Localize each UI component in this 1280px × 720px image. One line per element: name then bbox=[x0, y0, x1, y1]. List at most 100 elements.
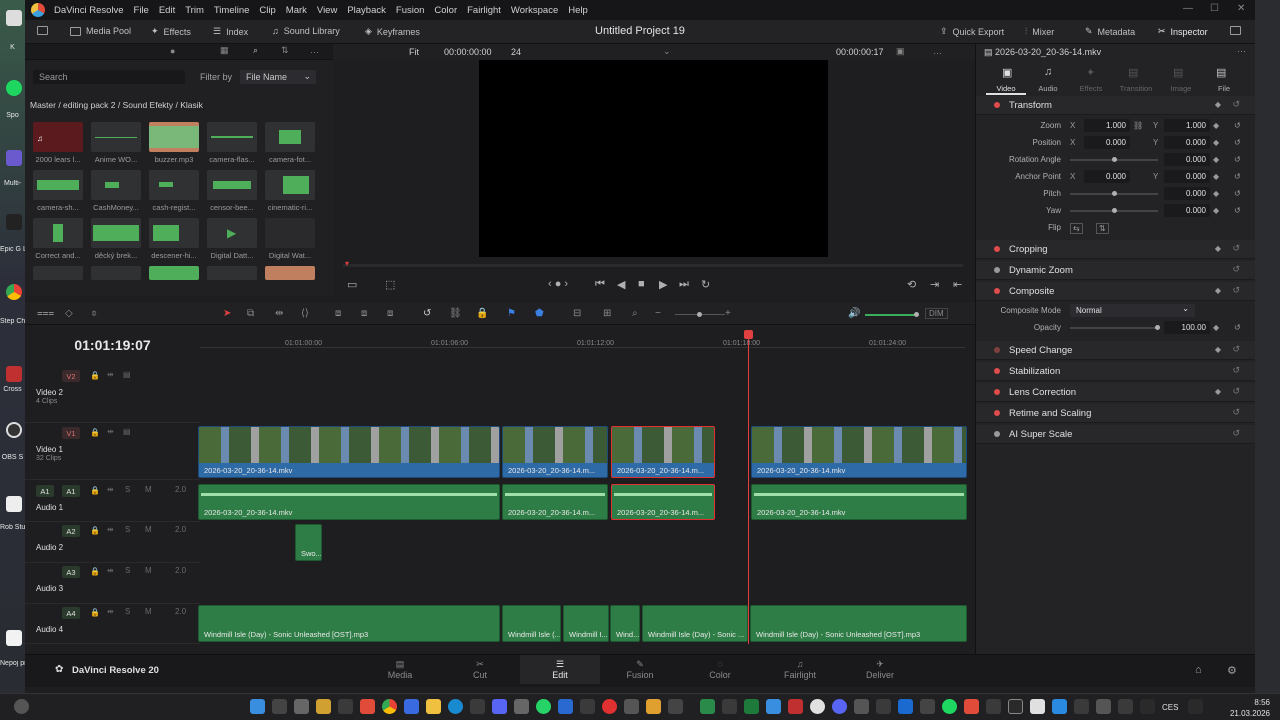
reset-icon[interactable]: ↺ bbox=[1232, 99, 1240, 110]
diamond-icon[interactable]: ◇ bbox=[65, 308, 73, 319]
tab-effects[interactable]: Effects bbox=[1071, 84, 1111, 93]
media-pool-button[interactable]: Media Pool bbox=[70, 26, 131, 36]
dynamic-trim-icon[interactable]: ⇹ bbox=[275, 308, 283, 319]
media-clip-thumb[interactable] bbox=[91, 266, 141, 280]
menu-edit[interactable]: Edit bbox=[159, 5, 175, 16]
media-clip-thumb[interactable] bbox=[149, 122, 199, 152]
lock-icon[interactable]: 🔒 bbox=[90, 526, 100, 535]
reset-icon[interactable]: ↺ bbox=[1232, 428, 1240, 439]
enable-toggle[interactable] bbox=[994, 389, 1000, 395]
app-icon[interactable] bbox=[1030, 699, 1045, 714]
fps-display[interactable]: 24 bbox=[511, 47, 521, 57]
gear-icon[interactable]: ⚙ bbox=[1227, 664, 1237, 677]
volume-slider[interactable] bbox=[865, 312, 919, 317]
section-stabilization[interactable]: Stabilization ↺ bbox=[976, 362, 1255, 381]
video-clip[interactable]: 2026-03-20_20-36-14.mkv bbox=[198, 426, 500, 478]
obs-icon[interactable] bbox=[6, 422, 22, 438]
task-view-icon[interactable] bbox=[294, 699, 309, 714]
yaw-slider[interactable] bbox=[1070, 208, 1158, 213]
zoom-fit-dropdown[interactable]: Fit bbox=[409, 47, 419, 57]
app-icon[interactable] bbox=[558, 699, 573, 714]
stop-icon[interactable]: ■ bbox=[638, 278, 645, 290]
reset-icon[interactable]: ↺ bbox=[1234, 323, 1241, 332]
auto-select-icon[interactable]: ⇹ bbox=[107, 427, 114, 436]
pitch-field[interactable]: 0.000 bbox=[1164, 187, 1210, 200]
blade-tool-icon[interactable]: ⟨⟩ bbox=[301, 308, 309, 319]
lock-icon[interactable]: 🔒 bbox=[90, 371, 100, 380]
auto-select-icon[interactable]: ⇹ bbox=[107, 607, 114, 616]
menu-fairlight[interactable]: Fairlight bbox=[467, 5, 501, 16]
lock-icon[interactable]: 🔒 bbox=[476, 308, 488, 319]
menu-workspace[interactable]: Workspace bbox=[511, 5, 558, 16]
tab-fairlight[interactable]: ♫ Fairlight bbox=[760, 659, 840, 680]
mic-icon[interactable]: ⌽ bbox=[91, 308, 97, 319]
zoom-detail-icon[interactable]: ⊞ bbox=[603, 308, 611, 319]
keyframe-icon[interactable]: ◆ bbox=[1213, 189, 1219, 198]
link-icon[interactable]: ⛓ bbox=[449, 308, 462, 319]
roblox-studio-icon[interactable] bbox=[6, 496, 22, 512]
maximize-icon[interactable]: ☐ bbox=[1210, 3, 1219, 14]
panel-toggle-icon[interactable] bbox=[37, 26, 48, 35]
file-icon[interactable] bbox=[6, 630, 22, 646]
track-badge[interactable]: A1 bbox=[62, 485, 80, 497]
menu-timeline[interactable]: Timeline bbox=[214, 5, 250, 16]
media-clip-thumb[interactable]: ♫ bbox=[33, 122, 83, 152]
app-icon[interactable] bbox=[876, 699, 891, 714]
overwrite-icon[interactable]: ⧈ bbox=[361, 308, 367, 319]
minimize-icon[interactable]: — bbox=[1183, 3, 1193, 14]
tab-image[interactable]: Image bbox=[1161, 84, 1201, 93]
app-icon[interactable] bbox=[1096, 699, 1111, 714]
menu-color[interactable]: Color bbox=[434, 5, 457, 16]
close-icon[interactable]: ✕ bbox=[1237, 3, 1245, 14]
excel-icon[interactable] bbox=[744, 699, 759, 714]
keyframe-icon[interactable]: ◆ bbox=[1213, 323, 1219, 332]
keyframe-icon[interactable]: ◆ bbox=[1213, 138, 1219, 147]
spotify-icon[interactable] bbox=[6, 80, 22, 96]
chrome-icon[interactable] bbox=[6, 284, 22, 300]
section-composite[interactable]: Composite ◆ ↺ bbox=[976, 282, 1255, 301]
chevron-down-icon[interactable]: ⌄ bbox=[663, 46, 671, 57]
app-icon[interactable] bbox=[426, 699, 441, 714]
jump-start-icon[interactable]: ⏮ bbox=[595, 278, 605, 291]
enable-toggle[interactable] bbox=[994, 267, 1000, 273]
auto-select-icon[interactable]: ⇹ bbox=[107, 370, 114, 379]
epic-games-icon[interactable] bbox=[6, 214, 22, 230]
home-icon[interactable]: ⌂ bbox=[1195, 664, 1202, 676]
app-icon[interactable] bbox=[624, 699, 639, 714]
lock-icon[interactable]: 🔒 bbox=[90, 567, 100, 576]
anchor-y-field[interactable]: 0.000 bbox=[1164, 170, 1210, 183]
enable-toggle[interactable] bbox=[994, 410, 1000, 416]
app-icon[interactable] bbox=[646, 699, 661, 714]
keyframe-icon[interactable]: ◆ bbox=[1213, 206, 1219, 215]
media-clip-thumb[interactable] bbox=[265, 218, 315, 248]
mixer-button[interactable]: ⫶ Mixer bbox=[1025, 26, 1054, 37]
reset-icon[interactable]: ↺ bbox=[1232, 264, 1240, 275]
tab-fusion[interactable]: ✎ Fusion bbox=[600, 659, 680, 680]
solo-button[interactable]: S bbox=[125, 607, 130, 616]
keyframe-icon[interactable]: ◆ bbox=[1213, 172, 1219, 181]
tab-cut[interactable]: ✂ Cut bbox=[440, 659, 520, 680]
audio-clip-selected[interactable]: 2026-03-20_20-36-14.m... bbox=[611, 484, 715, 520]
media-clip-thumb[interactable] bbox=[33, 170, 83, 200]
network-icon[interactable] bbox=[1188, 699, 1203, 714]
language-indicator[interactable]: CES bbox=[1162, 703, 1178, 712]
track-badge[interactable]: A2 bbox=[62, 525, 80, 537]
keyframe-icon[interactable]: ◆ bbox=[1215, 387, 1221, 396]
video-clip[interactable]: 2026-03-20_20-36-14.mkv bbox=[751, 426, 967, 478]
mute-button[interactable]: M bbox=[145, 607, 152, 616]
track-badge[interactable]: V1 bbox=[62, 427, 80, 439]
audio-clip-sfx[interactable]: Swo... bbox=[295, 524, 322, 561]
music-clip[interactable]: Windmill Isle (... bbox=[502, 605, 561, 642]
reset-icon[interactable]: ↺ bbox=[1232, 285, 1240, 296]
menu-view[interactable]: View bbox=[317, 5, 337, 16]
match-frame-icon[interactable]: ⟲ bbox=[907, 278, 916, 291]
music-clip[interactable]: Windmill Isle (Day) - Sonic ... bbox=[642, 605, 748, 642]
more-icon[interactable]: ⋯ bbox=[1237, 46, 1246, 57]
reset-icon[interactable]: ↺ bbox=[1234, 155, 1241, 164]
jump-end-icon[interactable]: ⏭ bbox=[679, 278, 689, 291]
reset-icon[interactable]: ↺ bbox=[1234, 138, 1241, 147]
tab-color[interactable]: ◌ Color bbox=[680, 659, 760, 680]
media-clip-thumb[interactable] bbox=[91, 170, 141, 200]
more-icon[interactable]: … bbox=[310, 45, 319, 55]
prev-edit-icon[interactable]: ⇤ bbox=[953, 278, 962, 291]
